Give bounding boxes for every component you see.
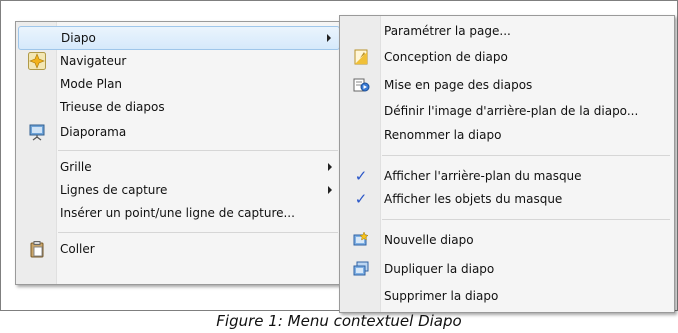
menu-item-label: Afficher les objets du masque (384, 192, 563, 206)
new-slide-icon (352, 231, 370, 249)
menu-separator (382, 155, 670, 156)
menu-separator (58, 232, 338, 233)
menu-separator (58, 150, 338, 151)
slide-design-icon (352, 48, 370, 66)
menu-item-label: Grille (60, 160, 92, 174)
submenu-item-afficher-arriere-plan[interactable]: ✓ Afficher l'arrière-plan du masque (342, 165, 672, 187)
slideshow-icon (28, 123, 46, 141)
menu-item-label: Navigateur (60, 54, 127, 68)
menu-item-label: Dupliquer la diapo (384, 262, 495, 276)
context-menu: Diapo Navigateur Mode Plan Trieuse de di… (15, 21, 343, 285)
menu-item-label: Diapo (61, 31, 96, 45)
submenu-item-afficher-objets[interactable]: ✓ Afficher les objets du masque (342, 188, 672, 210)
menu-item-label: Conception de diapo (384, 50, 508, 64)
menu-item-mode-plan[interactable]: Mode Plan (18, 73, 340, 95)
submenu-item-arriere-plan[interactable]: Définir l'image d'arrière-plan de la dia… (342, 100, 672, 122)
duplicate-slide-icon (352, 260, 370, 278)
submenu-diapo: Paramétrer la page... Conception de diap… (339, 15, 675, 313)
checkmark-icon: ✓ (354, 167, 368, 185)
menu-item-label: Nouvelle diapo (384, 233, 474, 247)
menu-item-grille[interactable]: Grille (18, 156, 340, 178)
menu-item-label: Renommer la diapo (384, 128, 502, 142)
navigator-icon (28, 52, 46, 70)
submenu-arrow-icon (328, 186, 332, 194)
menu-item-label: Afficher l'arrière-plan du masque (384, 169, 582, 183)
submenu-item-supprimer[interactable]: Supprimer la diapo (342, 285, 672, 307)
submenu-item-conception[interactable]: Conception de diapo (342, 46, 672, 68)
menu-item-label: Mode Plan (60, 77, 123, 91)
menu-item-label: Trieuse de diapos (60, 100, 165, 114)
menu-item-diapo[interactable]: Diapo (18, 26, 340, 50)
menu-item-navigateur[interactable]: Navigateur (18, 50, 340, 72)
submenu-arrow-icon (327, 34, 331, 42)
menu-item-coller[interactable]: Coller (18, 238, 340, 260)
menu-item-diaporama[interactable]: Diaporama (18, 121, 340, 143)
submenu-item-renommer[interactable]: Renommer la diapo (342, 124, 672, 146)
submenu-item-mise-en-page[interactable]: Mise en page des diapos (342, 74, 672, 96)
menu-item-label: Insérer un point/une ligne de capture... (60, 206, 295, 220)
menu-item-label: Paramétrer la page... (384, 24, 511, 38)
menu-item-label: Diaporama (60, 125, 127, 139)
checkmark-icon: ✓ (354, 190, 368, 208)
menu-item-label: Supprimer la diapo (384, 289, 499, 303)
menu-item-label: Définir l'image d'arrière-plan de la dia… (384, 104, 639, 118)
submenu-item-parametrer-page[interactable]: Paramétrer la page... (342, 20, 672, 42)
slide-layout-icon (352, 76, 370, 94)
submenu-item-nouvelle-diapo[interactable]: Nouvelle diapo (342, 229, 672, 251)
menu-separator (382, 219, 670, 220)
menu-item-trieuse[interactable]: Trieuse de diapos (18, 96, 340, 118)
paste-icon (28, 240, 46, 258)
menu-item-label: Coller (60, 242, 95, 256)
menu-item-label: Mise en page des diapos (384, 78, 533, 92)
menu-item-inserer-point[interactable]: Insérer un point/une ligne de capture... (18, 202, 340, 224)
submenu-arrow-icon (328, 163, 332, 171)
figure-caption: Figure 1: Menu contextuel Diapo (216, 312, 462, 330)
menu-item-lignes-capture[interactable]: Lignes de capture (18, 179, 340, 201)
figure-frame: Diapo Navigateur Mode Plan Trieuse de di… (0, 0, 678, 313)
menu-item-label: Lignes de capture (60, 183, 168, 197)
submenu-item-dupliquer[interactable]: Dupliquer la diapo (342, 258, 672, 280)
